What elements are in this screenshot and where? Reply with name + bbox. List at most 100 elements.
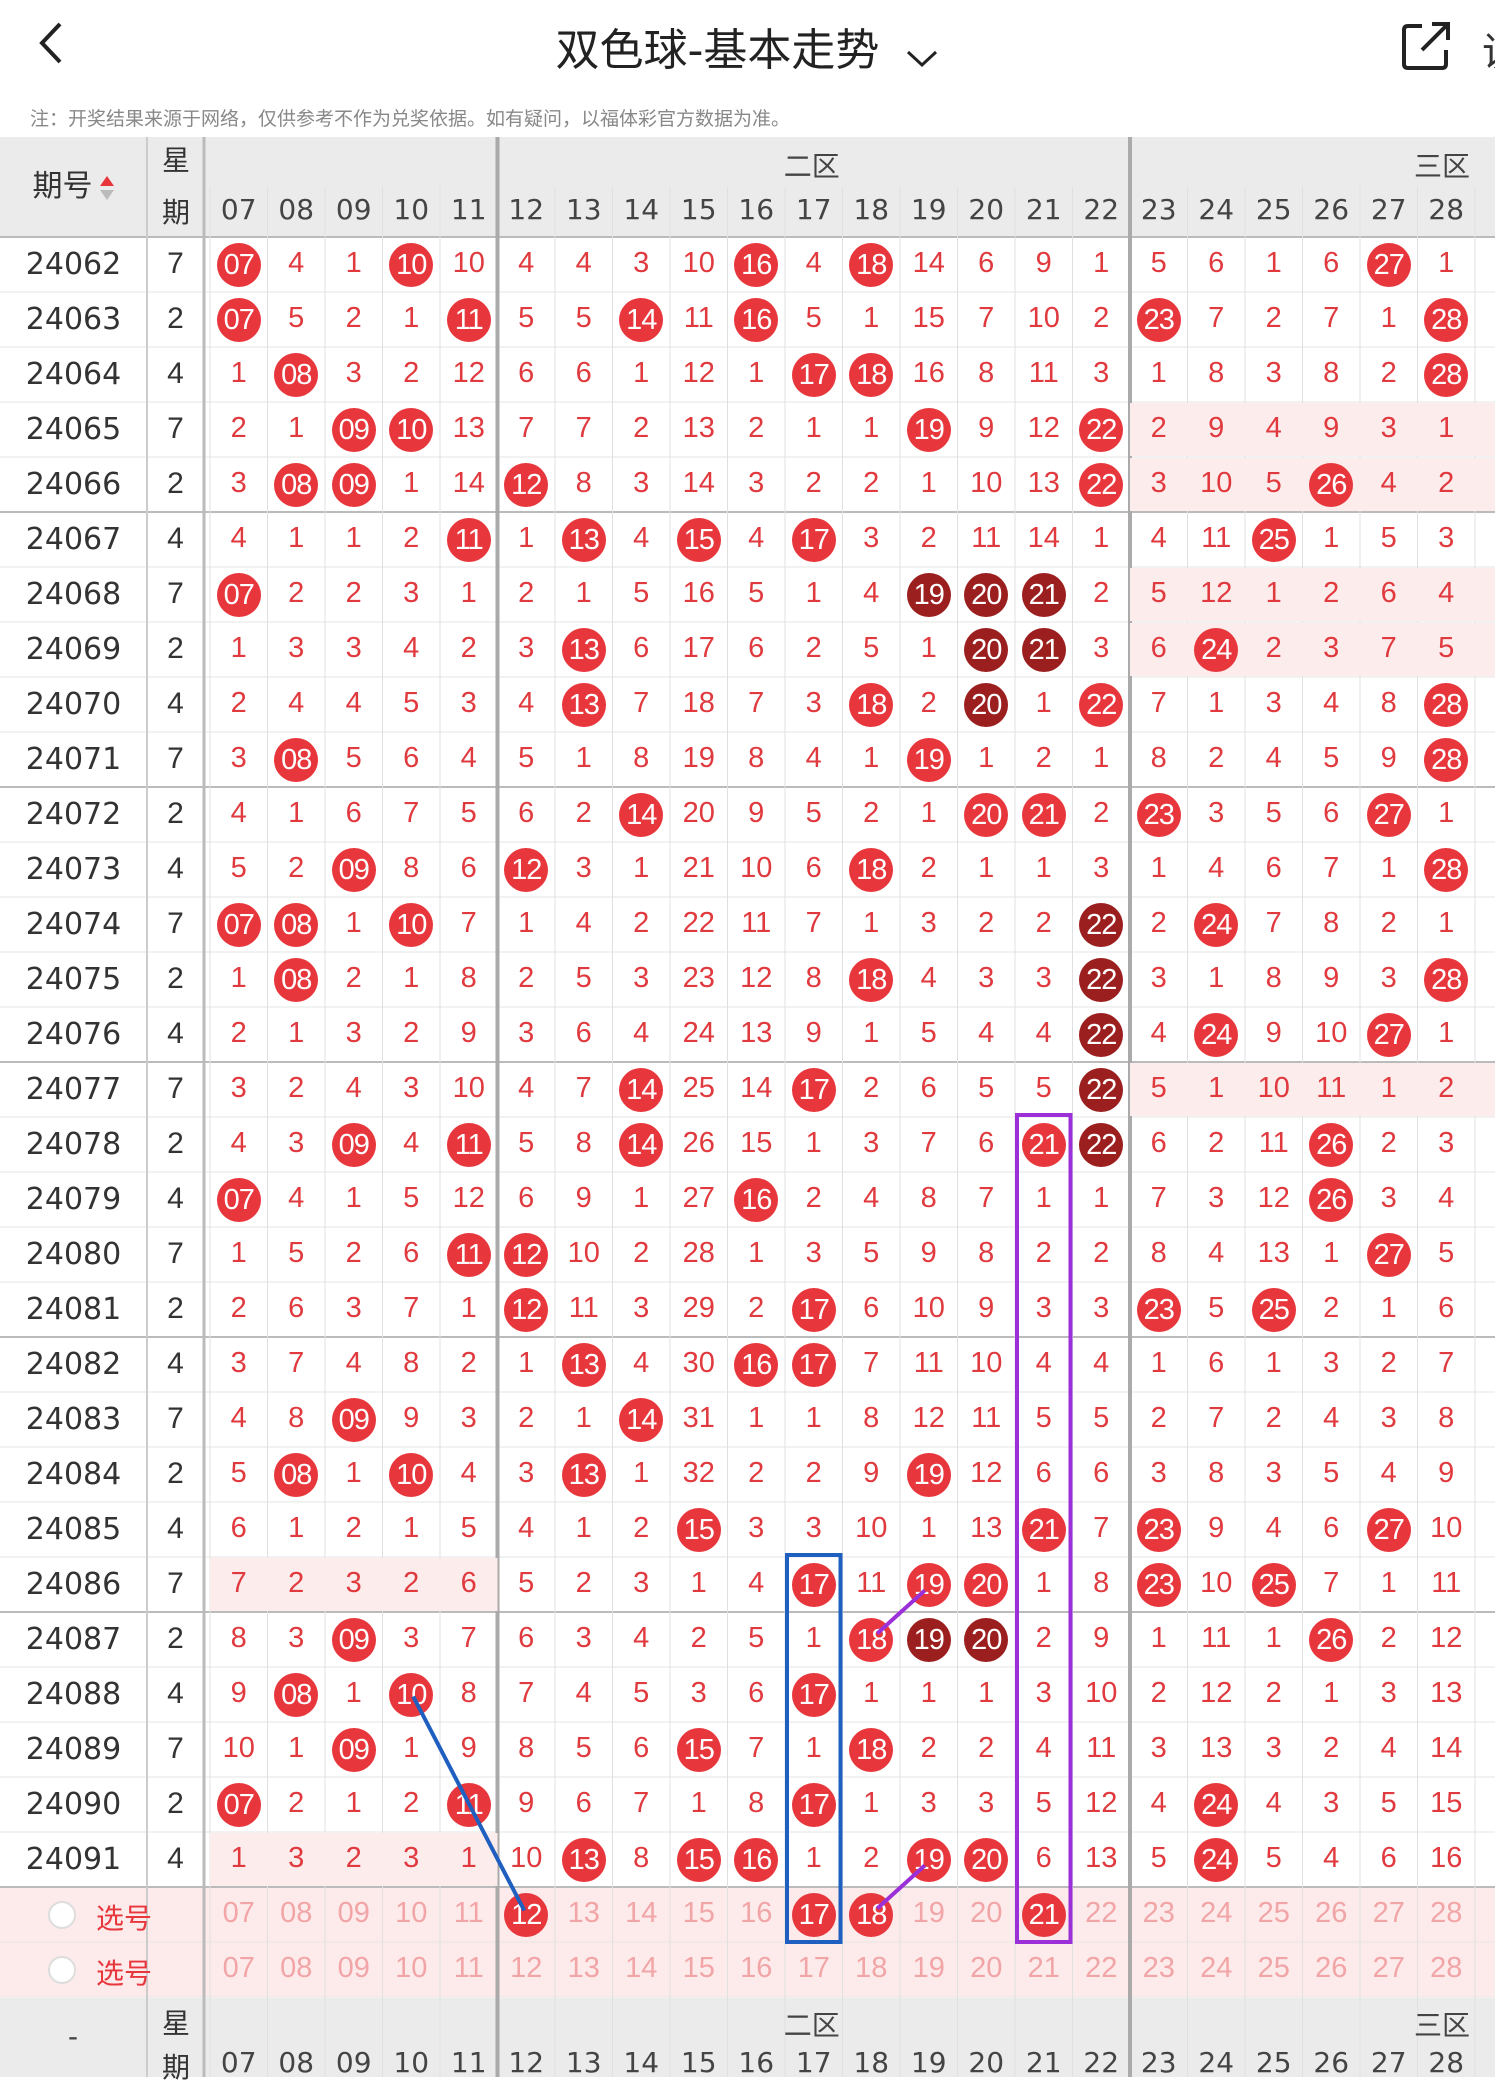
pick-ball-selected[interactable]: 21 bbox=[1021, 1892, 1066, 1937]
pick-ball[interactable]: 09 bbox=[325, 1897, 383, 1930]
miss-count: 1 bbox=[920, 632, 937, 664]
winning-ball: 20 bbox=[964, 572, 1009, 617]
pick-ball[interactable]: 17 bbox=[785, 1952, 843, 1985]
pick-ball[interactable]: 19 bbox=[900, 1952, 958, 1985]
pick-ball-selected[interactable]: 18 bbox=[849, 1892, 894, 1937]
pick-radio[interactable] bbox=[48, 1956, 76, 1984]
pick-ball[interactable]: 16 bbox=[728, 1897, 786, 1930]
pick-ball[interactable]: 22 bbox=[1073, 1952, 1131, 1985]
chevron-down-icon bbox=[905, 28, 939, 79]
sort-icon[interactable] bbox=[93, 169, 115, 204]
miss-count: 9 bbox=[978, 412, 995, 444]
pick-ball[interactable]: 15 bbox=[670, 1952, 728, 1985]
winning-ball: 27 bbox=[1366, 792, 1411, 837]
pick-ball[interactable]: 27 bbox=[1360, 1952, 1418, 1985]
miss-count: 4 bbox=[230, 797, 247, 829]
miss-count: 2 bbox=[1438, 467, 1455, 499]
weekday-value: 2 bbox=[167, 1787, 184, 1820]
pick-ball[interactable]: 09 bbox=[325, 1952, 383, 1985]
miss-count: 2 bbox=[633, 412, 650, 444]
winning-ball: 20 bbox=[964, 1562, 1009, 1607]
pick-ball[interactable]: 19 bbox=[900, 1897, 958, 1930]
pick-ball[interactable]: 15 bbox=[670, 1897, 728, 1930]
pick-ball[interactable]: 22 bbox=[1073, 1897, 1131, 1930]
pick-label[interactable]: 选号 bbox=[96, 1897, 152, 1937]
pick-ball[interactable]: 08 bbox=[268, 1952, 326, 1985]
pick-ball[interactable]: 24 bbox=[1188, 1952, 1246, 1985]
issue-number: 24081 bbox=[25, 1292, 122, 1327]
pick-ball[interactable]: 24 bbox=[1188, 1897, 1246, 1930]
miss-count: 2 bbox=[920, 1732, 937, 1764]
miss-count: 1 bbox=[633, 357, 650, 389]
miss-count: 4 bbox=[1208, 1237, 1225, 1269]
pick-ball[interactable]: 28 bbox=[1418, 1897, 1476, 1930]
miss-count: 2 bbox=[1380, 1347, 1397, 1379]
pick-ball[interactable]: 26 bbox=[1303, 1897, 1361, 1930]
pick-ball-selected[interactable]: 12 bbox=[504, 1892, 549, 1937]
pick-ball[interactable]: 11 bbox=[440, 1952, 498, 1985]
pick-ball[interactable]: 21 bbox=[1015, 1952, 1073, 1985]
pick-ball[interactable]: 07 bbox=[210, 1897, 268, 1930]
miss-count: 1 bbox=[518, 1347, 535, 1379]
winning-ball: 21 bbox=[1021, 1122, 1066, 1167]
share-icon[interactable] bbox=[1398, 18, 1454, 74]
miss-count: 1 bbox=[978, 742, 995, 774]
miss-count: 2 bbox=[288, 1787, 305, 1819]
winning-ball: 23 bbox=[1136, 297, 1181, 342]
pick-ball[interactable]: 08 bbox=[268, 1897, 326, 1930]
winning-ball: 21 bbox=[1021, 1507, 1066, 1552]
pick-ball[interactable]: 07 bbox=[210, 1952, 268, 1985]
pick-ball[interactable]: 23 bbox=[1130, 1952, 1188, 1985]
winning-ball: 20 bbox=[964, 627, 1009, 672]
miss-count: 7 bbox=[978, 1182, 995, 1214]
winning-ball: 11 bbox=[446, 1232, 491, 1277]
miss-count: 3 bbox=[575, 852, 592, 884]
pick-radio[interactable] bbox=[48, 1901, 76, 1929]
pick-ball[interactable]: 27 bbox=[1360, 1897, 1418, 1930]
miss-count: 6 bbox=[748, 632, 765, 664]
winning-ball: 13 bbox=[561, 1342, 606, 1387]
miss-count: 15 bbox=[1430, 1787, 1463, 1819]
pick-ball[interactable]: 13 bbox=[555, 1952, 613, 1985]
pick-ball[interactable]: 25 bbox=[1245, 1897, 1303, 1930]
pick-ball[interactable]: 14 bbox=[613, 1897, 671, 1930]
column-header: 27 bbox=[1370, 2046, 1407, 2079]
pick-ball[interactable]: 10 bbox=[383, 1897, 441, 1930]
miss-count: 7 bbox=[748, 1732, 765, 1764]
pick-ball[interactable]: 11 bbox=[440, 1897, 498, 1930]
pick-ball[interactable]: 25 bbox=[1245, 1952, 1303, 1985]
pick-ball[interactable]: 26 bbox=[1303, 1952, 1361, 1985]
page-title[interactable]: 双色球-基本走势 bbox=[0, 14, 1495, 79]
miss-count: 3 bbox=[1265, 357, 1282, 389]
pick-ball[interactable]: 13 bbox=[555, 1897, 613, 1930]
pick-ball[interactable]: 23 bbox=[1130, 1897, 1188, 1930]
miss-count: 2 bbox=[978, 907, 995, 939]
pick-ball[interactable]: 16 bbox=[728, 1952, 786, 1985]
pick-ball[interactable]: 14 bbox=[613, 1952, 671, 1985]
pick-ball[interactable]: 20 bbox=[958, 1952, 1016, 1985]
miss-count: 7 bbox=[460, 1622, 477, 1654]
miss-count: 25 bbox=[682, 1072, 715, 1104]
winning-ball: 07 bbox=[216, 297, 261, 342]
miss-count: 3 bbox=[863, 522, 880, 554]
miss-count: 1 bbox=[633, 1457, 650, 1489]
more-text[interactable]: 说 bbox=[1482, 20, 1495, 78]
miss-count: 11 bbox=[1028, 357, 1059, 389]
winning-ball: 23 bbox=[1136, 1562, 1181, 1607]
winning-ball: 22 bbox=[1079, 957, 1124, 1002]
pick-ball[interactable]: 28 bbox=[1418, 1952, 1476, 1985]
miss-count: 4 bbox=[1438, 577, 1455, 609]
pick-ball-selected[interactable]: 17 bbox=[791, 1892, 836, 1937]
pick-ball[interactable]: 18 bbox=[843, 1952, 901, 1985]
issue-number: 24074 bbox=[25, 907, 122, 942]
miss-count: 2 bbox=[345, 962, 362, 994]
miss-count: 2 bbox=[1265, 632, 1282, 664]
issue-header[interactable]: 期号 bbox=[0, 137, 147, 237]
pick-ball[interactable]: 10 bbox=[383, 1952, 441, 1985]
winning-ball: 24 bbox=[1194, 1837, 1239, 1882]
winning-ball: 12 bbox=[504, 847, 549, 892]
pick-ball[interactable]: 12 bbox=[498, 1952, 556, 1985]
pick-ball[interactable]: 20 bbox=[958, 1897, 1016, 1930]
miss-count: 9 bbox=[863, 1457, 880, 1489]
pick-label[interactable]: 选号 bbox=[96, 1952, 152, 1992]
